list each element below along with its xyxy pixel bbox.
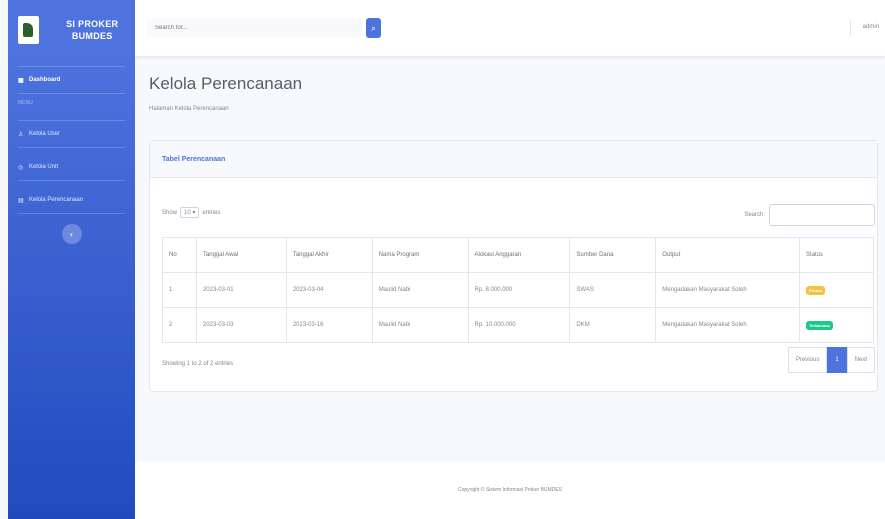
sidebar-divider (18, 180, 125, 181)
sidebar-divider (18, 147, 125, 148)
user-icon: ♙ (18, 131, 24, 138)
cell-output: Mengadakan Masyarakat Soleh (655, 307, 801, 343)
table-row: 1 2023-03-01 2023-03-04 Maulid Nabi Rp. … (162, 272, 874, 308)
cell-sumber-dana: DKM (569, 307, 657, 343)
brand-text: SI PROKER BUMDES (66, 19, 119, 41)
sidebar-divider (18, 66, 125, 67)
table-search-input[interactable] (769, 204, 875, 226)
document-icon: ▤ (18, 197, 24, 204)
cell-no: 2 (162, 307, 197, 343)
entries-value: 10 (184, 210, 191, 216)
search-icon: ⌕ (370, 22, 377, 33)
entries-length: Show 10 ▾ entries (162, 207, 220, 218)
table-search: Search: (744, 204, 875, 226)
brand-logo (18, 16, 40, 44)
sidebar-item-kelola-perencanaan[interactable]: ▤ Kelola Perencanaan (8, 193, 135, 207)
cell-output: Mengadakan Masyarakat Soleh (655, 272, 801, 308)
planning-card: Tabel Perencanaan Show 10 ▾ entries Sear… (149, 140, 878, 392)
page-1-button[interactable]: 1 (827, 347, 847, 373)
column-header-alokasi-anggaran[interactable]: Alokasi Anggaran (467, 237, 571, 273)
page-title: Kelola Perencanaan (149, 74, 303, 93)
chevron-left-icon: ‹ (70, 229, 73, 239)
unit-icon: ◎ (18, 164, 24, 171)
cell-tanggal-awal: 2023-03-01 (195, 272, 287, 308)
column-header-output[interactable]: Output (655, 237, 801, 273)
topbar: ⌕ admin (135, 0, 885, 56)
table-info: Showing 1 to 2 of 2 entries (162, 361, 234, 367)
table-search-label: Search: (744, 212, 765, 218)
sidebar-divider (18, 120, 125, 121)
search-button[interactable]: ⌕ (366, 18, 381, 38)
search-input[interactable] (147, 19, 362, 37)
sidebar-toggle-button[interactable]: ‹ (61, 224, 82, 244)
column-header-tanggal-akhir[interactable]: Tanggal Akhir (285, 237, 373, 273)
cell-tanggal-awal: 2023-03-03 (195, 307, 287, 343)
sidebar-item-label: Kelola User (29, 131, 61, 137)
sidebar-divider (18, 93, 125, 94)
next-button[interactable]: Next (846, 347, 875, 373)
cell-status: Terlaksana (799, 307, 874, 343)
column-header-no[interactable]: No (162, 237, 197, 273)
previous-button[interactable]: Previous (787, 347, 828, 373)
cell-tanggal-akhir: 2023-03-16 (285, 307, 373, 343)
table-header-row: No Tanggal Awal Tanggal Akhir Nama Progr… (162, 237, 874, 273)
column-header-tanggal-awal[interactable]: Tanggal Awal (195, 237, 287, 273)
dashboard-icon: ▦ (18, 77, 24, 84)
sidebar-item-dashboard[interactable]: ▦ Dashboard (8, 73, 135, 87)
pagination: Previous 1 Next (787, 347, 875, 373)
sidebar-item-label: Kelola Unit (29, 164, 59, 170)
status-badge: Terlaksana (806, 320, 833, 330)
cell-tanggal-akhir: 2023-03-04 (285, 272, 373, 308)
sidebar-item-label: Kelola Perencanaan (29, 197, 84, 203)
column-header-nama-program[interactable]: Nama Program (371, 237, 469, 273)
column-header-status[interactable]: Status (799, 237, 874, 273)
sidebar-item-kelola-unit[interactable]: ◎ Kelola Unit (8, 160, 135, 174)
cell-sumber-dana: SWAS (569, 272, 657, 308)
entries-label: entries (202, 209, 221, 216)
page-subtitle: Halaman Kelola Perencanaan (149, 106, 229, 112)
cell-nama-program: Maulid Nabi (371, 272, 469, 308)
card-header: Tabel Perencanaan (150, 141, 877, 178)
cell-status: Proses (799, 272, 874, 308)
user-menu[interactable]: admin (863, 24, 879, 30)
sidebar-brand[interactable]: SI PROKER BUMDES (8, 0, 135, 60)
sidebar-item-kelola-user[interactable]: ♙ Kelola User (8, 127, 135, 141)
sidebar-heading: MENU (18, 100, 33, 106)
entries-select[interactable]: 10 ▾ (180, 207, 200, 218)
sidebar-divider (18, 213, 125, 214)
cell-alokasi-anggaran: Rp. 8.000.000 (467, 272, 571, 308)
footer: Copyright © Sistem Informasi Proker BUMD… (135, 462, 885, 519)
planning-table: No Tanggal Awal Tanggal Akhir Nama Progr… (162, 237, 874, 343)
topbar-divider (850, 20, 851, 36)
cell-nama-program: Maulid Nabi (371, 307, 469, 343)
column-header-sumber-dana[interactable]: Sumber Dana (569, 237, 657, 273)
cell-alokasi-anggaran: Rp. 10.000.000 (467, 307, 571, 343)
sidebar-item-label: Dashboard (29, 77, 61, 83)
status-badge: Proses (806, 285, 826, 295)
cell-no: 1 (162, 272, 197, 308)
table-row: 2 2023-03-03 2023-03-16 Maulid Nabi Rp. … (162, 307, 874, 343)
show-label: Show (162, 209, 178, 216)
sidebar: SI PROKER BUMDES ▦ Dashboard MENU ♙ Kelo… (8, 0, 135, 519)
card-title: Tabel Perencanaan (162, 155, 226, 163)
